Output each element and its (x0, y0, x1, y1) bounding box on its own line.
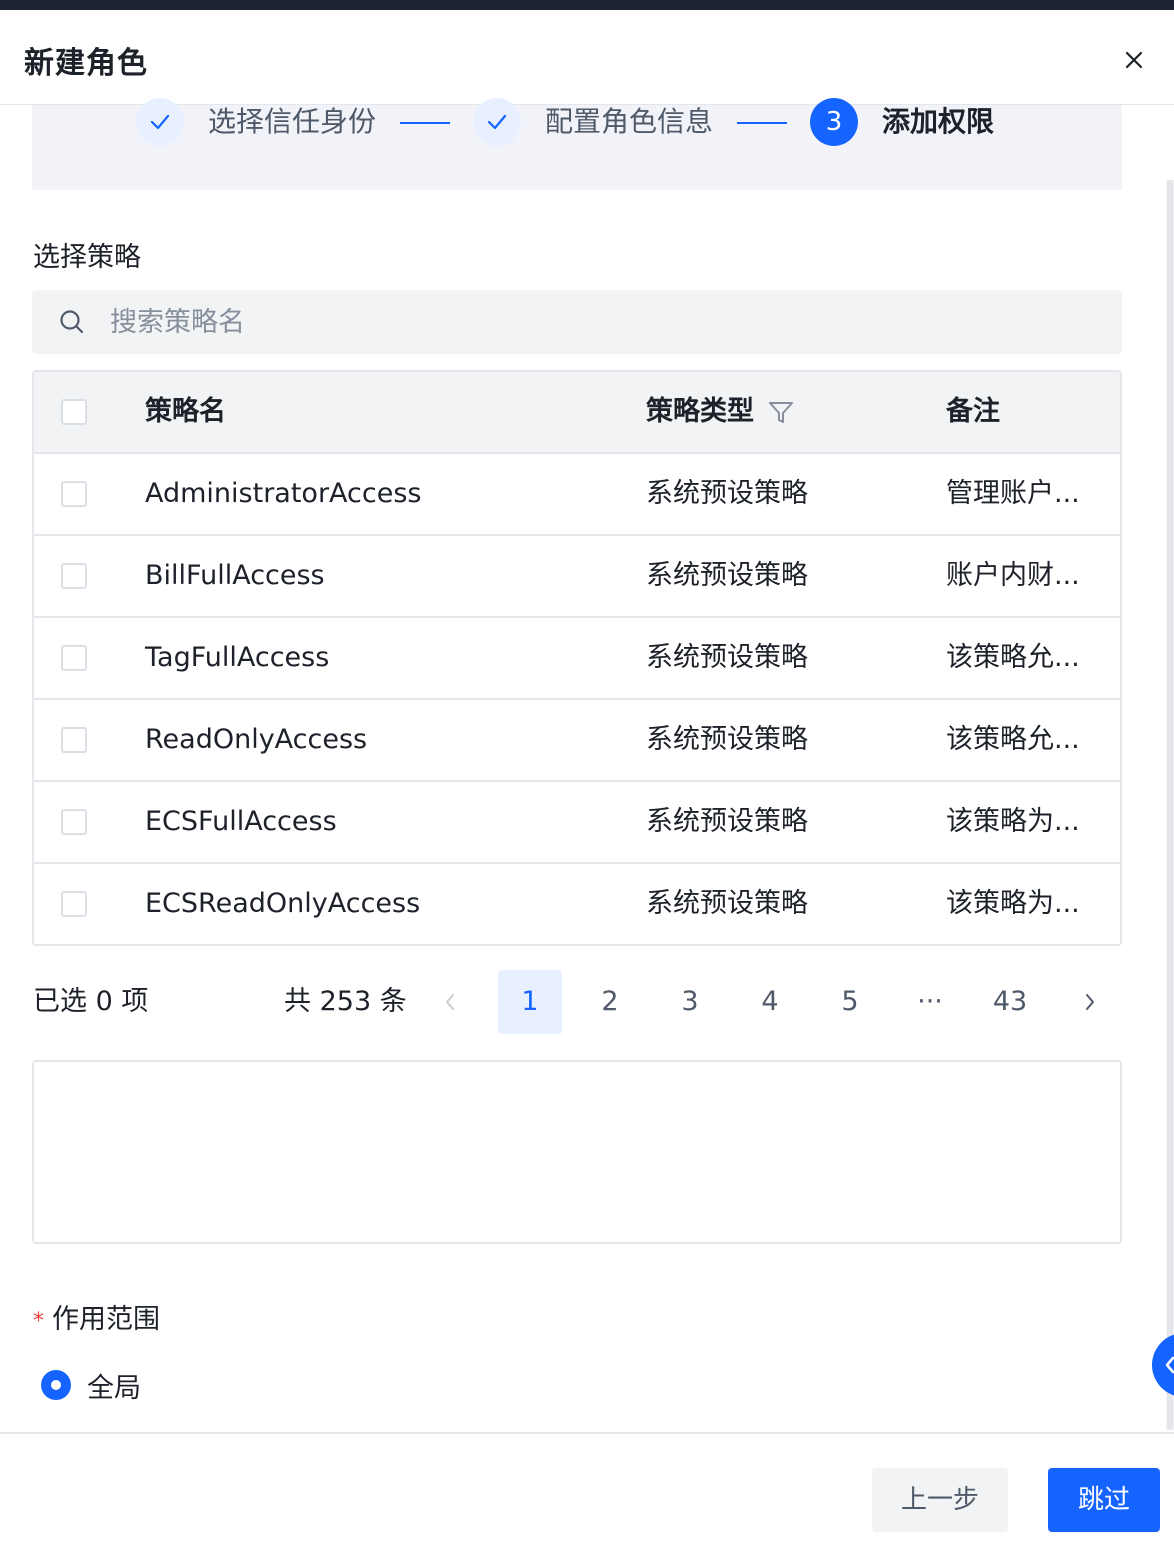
page-1[interactable]: 1 (498, 970, 562, 1034)
selected-policies-box (32, 1060, 1122, 1244)
skip-button[interactable]: 跳过 (1048, 1468, 1160, 1532)
close-button[interactable] (1114, 40, 1154, 80)
column-header-type: 策略类型 (646, 396, 754, 427)
scope-field-label: * 作用范围 (33, 1297, 160, 1336)
row-checkbox[interactable] (61, 481, 87, 507)
policy-name: ECSFullAccess (145, 806, 337, 837)
table-row[interactable]: ECSFullAccess 系统预设策略 该策略为... (34, 782, 1120, 864)
policy-name: AdministratorAccess (145, 478, 422, 509)
page-43[interactable]: 43 (978, 970, 1042, 1034)
filter-icon[interactable] (768, 400, 794, 426)
radio-dot (51, 1380, 61, 1390)
select-all-checkbox[interactable] (61, 399, 87, 425)
table-row[interactable]: ECSReadOnlyAccess 系统预设策略 该策略为... (34, 864, 1120, 944)
step-connector (400, 122, 450, 124)
policy-table: 策略名 策略类型 备注 AdministratorAccess 系统预设策略 管… (32, 370, 1122, 946)
total-count: 共 253 条 (284, 986, 407, 1017)
search-icon (60, 310, 84, 334)
page-4[interactable]: 4 (738, 970, 802, 1034)
policy-type: 系统预设策略 (646, 560, 808, 591)
column-header-note: 备注 (946, 396, 1000, 427)
policy-name: BillFullAccess (145, 560, 325, 591)
policy-note: 该策略允... (946, 724, 1080, 755)
row-checkbox[interactable] (61, 563, 87, 589)
floating-assistant-button[interactable] (1152, 1333, 1174, 1397)
policy-search-box[interactable] (32, 290, 1122, 354)
policy-type: 系统预设策略 (646, 806, 808, 837)
next-page-button[interactable] (1070, 970, 1110, 1034)
dialog-title: 新建角色 (24, 46, 148, 81)
prev-page-button[interactable] (430, 970, 470, 1034)
table-row[interactable]: AdministratorAccess 系统预设策略 管理账户... (34, 454, 1120, 536)
step-3-circle: 3 (810, 98, 858, 146)
policy-type: 系统预设策略 (646, 478, 808, 509)
step-2-label: 配置角色信息 (545, 105, 714, 138)
dialog-header: 新建角色 (0, 10, 1174, 105)
policy-type: 系统预设策略 (646, 724, 808, 755)
step-1-circle (136, 98, 184, 146)
chevron-left-icon (446, 994, 454, 1010)
page-3[interactable]: 3 (658, 970, 722, 1034)
column-header-name: 策略名 (145, 396, 226, 427)
previous-step-button[interactable]: 上一步 (872, 1468, 1008, 1532)
close-icon (1125, 51, 1143, 69)
step-3-label: 添加权限 (882, 105, 995, 138)
steps-bar: 选择信任身份 配置角色信息 3 添加权限 (32, 98, 1122, 190)
content-scrollbar[interactable] (1166, 180, 1174, 1430)
page-ellipsis[interactable]: ··· (898, 970, 962, 1034)
required-mark: * (33, 1309, 44, 1334)
step-connector (737, 122, 787, 124)
policy-name: TagFullAccess (145, 642, 330, 673)
policy-note: 管理账户... (946, 478, 1080, 509)
check-icon (487, 114, 507, 130)
dialog-footer: 上一步 跳过 (0, 1432, 1174, 1556)
row-checkbox[interactable] (61, 727, 87, 753)
policy-search-input[interactable] (110, 290, 1090, 354)
scope-global-radio[interactable] (41, 1370, 71, 1400)
policy-type: 系统预设策略 (646, 642, 808, 673)
pagination-bar: 已选 0 项 共 253 条 1 2 3 4 5 ··· 43 (0, 970, 1174, 1034)
check-icon (150, 114, 170, 130)
selected-count: 已选 0 项 (33, 986, 149, 1017)
page-2[interactable]: 2 (578, 970, 642, 1034)
policy-note: 账户内财... (946, 560, 1080, 591)
row-checkbox[interactable] (61, 809, 87, 835)
table-row[interactable]: BillFullAccess 系统预设策略 账户内财... (34, 536, 1120, 618)
top-window-strip (0, 0, 1174, 10)
policy-section-title: 选择策略 (33, 242, 141, 273)
policy-name: ReadOnlyAccess (145, 724, 368, 755)
scope-label-text: 作用范围 (52, 1304, 160, 1335)
chevron-right-icon (1086, 994, 1094, 1010)
step-1-label: 选择信任身份 (208, 105, 377, 138)
row-checkbox[interactable] (61, 891, 87, 917)
policy-name: ECSReadOnlyAccess (145, 888, 421, 919)
row-checkbox[interactable] (61, 645, 87, 671)
chevron-left-icon (1165, 1356, 1174, 1374)
policy-note: 该策略为... (946, 888, 1080, 919)
scrollbar-thumb[interactable] (1167, 180, 1173, 1430)
policy-type: 系统预设策略 (646, 888, 808, 919)
table-row[interactable]: ReadOnlyAccess 系统预设策略 该策略允... (34, 700, 1120, 782)
table-row[interactable]: TagFullAccess 系统预设策略 该策略允... (34, 618, 1120, 700)
policy-note: 该策略为... (946, 806, 1080, 837)
policy-note: 该策略允... (946, 642, 1080, 673)
page-5[interactable]: 5 (818, 970, 882, 1034)
step-2-circle (473, 98, 521, 146)
scope-global-label[interactable]: 全局 (87, 1366, 141, 1405)
table-header: 策略名 策略类型 备注 (34, 372, 1120, 454)
